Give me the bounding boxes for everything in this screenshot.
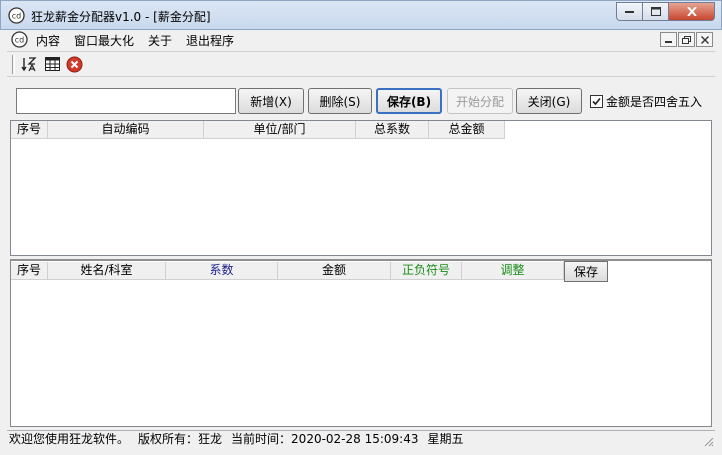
status-bar: 欢迎您使用狂龙软件。 版权所有：狂龙 当前时间：2020-02-28 15:09:4…	[7, 430, 715, 448]
window-title: 狂龙薪金分配器v1.0 - [薪金分配]	[31, 10, 211, 24]
status-welcome: 欢迎您使用狂龙软件。	[9, 432, 130, 446]
close-icon	[686, 7, 697, 16]
column-header[interactable]: 序号	[11, 262, 48, 280]
menu-content[interactable]: 内容	[36, 32, 60, 49]
column-header[interactable]: 正负符号	[391, 262, 462, 280]
title-bar[interactable]: cd 狂龙薪金分配器v1.0 - [薪金分配]	[0, 0, 722, 30]
sort-button[interactable]	[20, 55, 38, 73]
round-label: 金额是否四舍五入	[606, 95, 703, 109]
status-time-label: 当前时间：	[231, 432, 292, 446]
main-content: 新增(X) 删除(S) 保存(B) 开始分配 关闭(G) 金额是否四舍五入 序号…	[7, 78, 715, 430]
minimize-icon	[625, 10, 634, 13]
table-save-button[interactable]: 保存	[564, 261, 608, 282]
minimize-button[interactable]	[616, 2, 643, 21]
status-copyright: 版权所有：狂龙	[138, 432, 223, 446]
column-header[interactable]: 姓名/科室	[48, 262, 166, 280]
column-header[interactable]: 总金额	[429, 121, 505, 139]
minimize-icon	[665, 41, 672, 43]
child-minimize-button[interactable]	[660, 32, 677, 47]
close-icon	[700, 35, 709, 44]
child-close-button[interactable]	[696, 32, 713, 47]
column-header[interactable]: 系数	[166, 262, 278, 280]
column-header[interactable]: 金额	[278, 262, 391, 280]
grid-icon	[44, 57, 60, 71]
toolbar-grip[interactable]	[12, 55, 15, 74]
column-header[interactable]: 调整	[462, 262, 564, 280]
menu-maximize-window[interactable]: 窗口最大化	[74, 32, 134, 49]
add-button[interactable]: 新增(X)	[238, 88, 304, 114]
maximize-icon	[650, 7, 661, 16]
column-header[interactable]: 序号	[11, 121, 48, 139]
column-header[interactable]: 单位/部门	[204, 121, 356, 139]
window-controls	[616, 2, 715, 21]
unit-name-input[interactable]	[16, 88, 236, 114]
round-checkbox[interactable]	[590, 95, 603, 108]
app-icon: cd	[8, 7, 25, 24]
maximize-button[interactable]	[643, 2, 669, 21]
stop-icon	[66, 56, 82, 72]
toolbar	[7, 51, 715, 77]
svg-text:cd: cd	[15, 36, 24, 45]
column-header[interactable]: 总系数	[356, 121, 429, 139]
close-button[interactable]: 关闭(G)	[516, 88, 582, 114]
svg-text:cd: cd	[12, 12, 21, 21]
round-option[interactable]: 金额是否四舍五入	[590, 93, 702, 110]
checkmark-icon	[592, 97, 601, 106]
child-window-controls	[660, 32, 713, 47]
child-window-icon[interactable]: cd	[11, 31, 28, 48]
save-button[interactable]: 保存(B)	[376, 88, 442, 114]
restore-icon	[682, 35, 691, 44]
sort-az-icon	[21, 57, 37, 72]
stop-button[interactable]	[65, 55, 83, 73]
status-weekday: 星期五	[427, 432, 464, 446]
column-header[interactable]: 自动编码	[48, 121, 204, 139]
resize-grip-icon[interactable]	[702, 435, 714, 447]
people-table[interactable]: 序号 姓名/科室 系数 金额 正负符号 调整 保存	[10, 259, 712, 427]
start-allocation-button[interactable]: 开始分配	[447, 88, 513, 114]
child-restore-button[interactable]	[678, 32, 695, 47]
units-table[interactable]: 序号 自动编码 单位/部门 总系数 总金额	[10, 120, 712, 256]
menu-bar: cd 内容 窗口最大化 关于 退出程序	[7, 30, 715, 50]
menu-exit[interactable]: 退出程序	[186, 32, 234, 49]
close-window-button[interactable]	[669, 2, 715, 21]
menu-about[interactable]: 关于	[148, 32, 172, 49]
status-time-value: 2020-02-28 15:09:43	[291, 432, 419, 446]
table-view-button[interactable]	[43, 55, 61, 73]
delete-button[interactable]: 删除(S)	[308, 88, 372, 114]
